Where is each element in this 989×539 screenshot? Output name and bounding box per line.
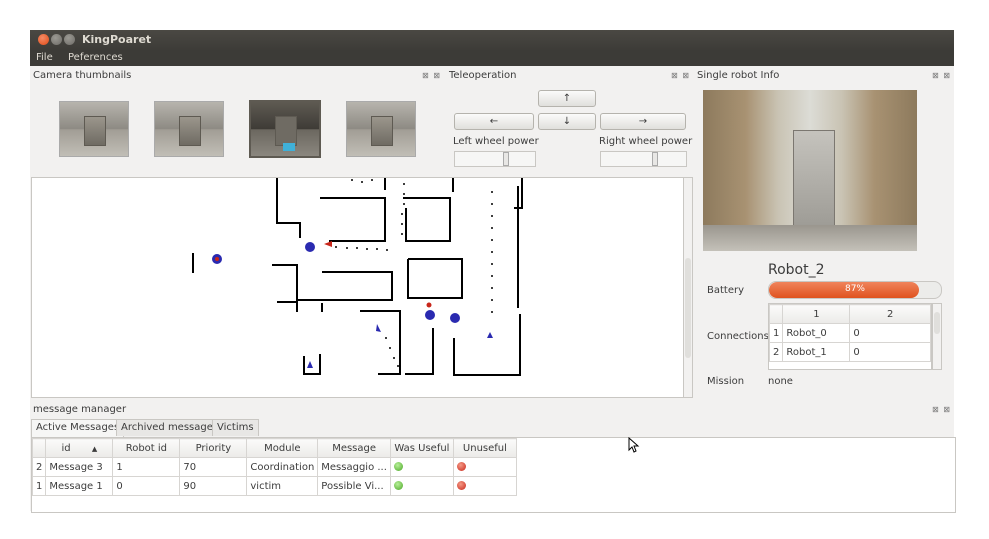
cell-message: Possible Vi... [317, 476, 391, 496]
right-wheel-label: Right wheel power [599, 136, 693, 147]
turn-right-button[interactable]: → [600, 113, 686, 130]
robot-heading-arrow [324, 241, 332, 247]
robot-marker[interactable] [450, 313, 460, 323]
battery-label: Battery [707, 285, 745, 296]
header-label: id [61, 442, 71, 454]
battery-percent: 87% [844, 284, 865, 294]
connections-header-2[interactable]: 2 [849, 304, 931, 324]
battery-progress-bar: 87% [768, 281, 942, 299]
tab-victims[interactable]: Victims [212, 419, 259, 436]
connections-row[interactable]: 2 Robot_1 0 [769, 342, 931, 362]
connection-value: 0 [849, 342, 931, 362]
camera-thumbnail-4[interactable] [346, 101, 416, 157]
camera-thumbnail-3[interactable] [249, 100, 321, 158]
robot-info-panel-title: Single robot Info [697, 70, 780, 81]
column-header-message[interactable]: Message [317, 438, 391, 458]
maximize-window-button[interactable] [64, 34, 75, 45]
left-wheel-label: Left wheel power [453, 136, 539, 147]
row-number: 2 [769, 342, 784, 362]
cell-robot-id: 0 [112, 476, 181, 496]
robot-marker[interactable] [305, 242, 315, 252]
cell-message: Messaggio ... [317, 457, 391, 477]
column-header-priority[interactable]: Priority [179, 438, 248, 458]
teleop-panel-title: Teleoperation [449, 70, 517, 81]
cell-priority: 90 [179, 476, 248, 496]
column-header-module[interactable]: Module [246, 438, 319, 458]
victim-marker [215, 257, 219, 261]
connections-scroll-thumb[interactable] [934, 312, 940, 334]
left-wheel-slider-handle[interactable] [503, 152, 510, 166]
tab-archived-messages[interactable]: Archived messages [116, 419, 224, 436]
message-dock-buttons[interactable]: ⊠ ⊠ [932, 405, 951, 414]
camera-panel-title: Camera thumbnails [33, 70, 132, 81]
messages-table-container: id ▲ Robot id Priority Module Message Wa… [31, 437, 956, 513]
row-number: 2 [31, 457, 47, 477]
robot-marker[interactable] [425, 310, 435, 320]
useful-icon[interactable] [393, 462, 403, 471]
window-title: KingPoaret [82, 33, 152, 46]
table-row[interactable]: 1 Message 1 0 90 victim Possible Vi... [31, 476, 517, 496]
victim-marker [426, 302, 432, 308]
forward-button[interactable]: ↑ [538, 90, 596, 107]
map-vertical-scrollbar[interactable] [683, 177, 693, 398]
cell-priority: 70 [179, 457, 248, 477]
robot-heading-arrow [307, 361, 313, 368]
robot-name: Robot_2 [768, 262, 825, 278]
messages-table: id ▲ Robot id Priority Module Message Wa… [31, 438, 517, 496]
useful-icon[interactable] [393, 481, 403, 490]
backward-button[interactable]: ↓ [538, 113, 596, 130]
cell-id: Message 3 [45, 457, 114, 477]
teleop-dock-buttons[interactable]: ⊠ ⊠ [671, 71, 690, 80]
tab-active-messages[interactable]: Active Messages [31, 419, 125, 437]
map-scroll-thumb[interactable] [685, 258, 691, 358]
unuseful-icon[interactable] [456, 462, 466, 471]
column-header-robot-id[interactable]: Robot id [112, 438, 181, 458]
close-window-button[interactable] [38, 34, 49, 45]
connections-label: Connections [707, 331, 769, 342]
connections-row[interactable]: 1 Robot_0 0 [769, 323, 931, 343]
minimize-window-button[interactable] [51, 34, 62, 45]
menu-bar: File Peferences [30, 51, 954, 66]
right-wheel-slider-handle[interactable] [652, 152, 659, 166]
cell-module: Coordination [246, 457, 319, 477]
cell-robot-id: 1 [112, 457, 181, 477]
left-wheel-power-slider[interactable] [454, 151, 536, 167]
mouse-cursor-icon [628, 437, 640, 453]
connections-table: 12 1 Robot_0 0 2 Robot_1 0 [768, 303, 932, 370]
map-view[interactable] [31, 177, 684, 398]
unuseful-icon[interactable] [456, 481, 466, 490]
row-number: 1 [769, 323, 784, 343]
row-number: 1 [31, 476, 47, 496]
table-row[interactable]: 2 Message 3 1 70 Coordination Messaggio … [31, 457, 517, 477]
connection-robot: Robot_0 [782, 323, 851, 343]
mission-label: Mission [707, 376, 745, 387]
camera-thumbnail-2[interactable] [154, 101, 224, 157]
column-header-was-useful[interactable]: Was Useful [389, 438, 454, 458]
mission-value: none [768, 376, 793, 387]
map-svg [192, 178, 523, 376]
message-manager-title: message manager [33, 404, 127, 415]
turn-left-button[interactable]: ← [454, 113, 534, 130]
robot-heading-arrow [376, 324, 381, 332]
connections-scrollbar[interactable] [932, 303, 942, 370]
right-wheel-power-slider[interactable] [600, 151, 687, 167]
column-header-unuseful[interactable]: Unuseful [452, 438, 517, 458]
sort-indicator-icon: ▲ [91, 444, 98, 453]
connections-header-1[interactable]: 1 [782, 304, 851, 324]
robot-info-dock-buttons[interactable]: ⊠ ⊠ [932, 71, 951, 80]
cell-module: victim [246, 476, 319, 496]
connection-robot: Robot_1 [782, 342, 851, 362]
column-header-id[interactable]: id ▲ [45, 438, 114, 458]
robot-heading-arrow [487, 332, 493, 338]
cell-id: Message 1 [45, 476, 114, 496]
title-bar: KingPoaret [30, 30, 954, 51]
menu-preferences[interactable]: Peferences [68, 52, 123, 63]
camera-dock-buttons[interactable]: ⊠ ⊠ [422, 71, 441, 80]
connection-value: 0 [849, 323, 931, 343]
robot-camera-view [703, 90, 917, 251]
menu-file[interactable]: File [36, 52, 53, 63]
camera-thumbnail-1[interactable] [59, 101, 129, 157]
